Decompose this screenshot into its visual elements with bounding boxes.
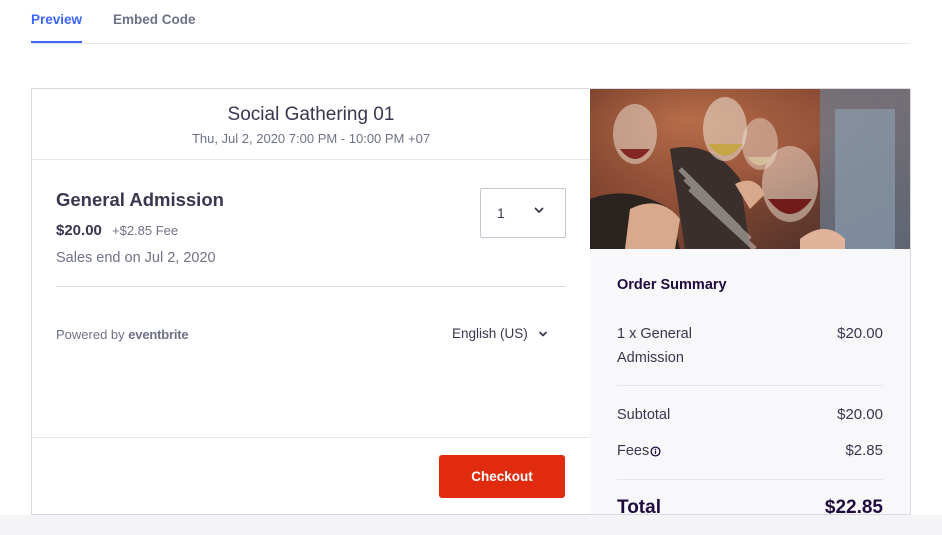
eventbrite-logo[interactable]: eventbrite [128,327,188,342]
order-summary-panel: Order Summary 1 x General Admission $20.… [590,89,910,515]
order-summary-title: Order Summary [617,277,727,293]
summary-line-label: 1 x General Admission [617,326,692,366]
language-label: English (US) [452,326,528,341]
quantity-select[interactable]: 1 [480,188,566,238]
checkout-button[interactable]: Checkout [439,455,565,498]
info-icon[interactable] [650,446,661,457]
language-select[interactable]: English (US) [452,326,548,341]
event-header: Social Gathering 01 Thu, Jul 2, 2020 7:0… [32,89,590,160]
ticket-sales-end: Sales end on Jul 2, 2020 [56,250,216,266]
event-image [590,89,910,249]
powered-by: Powered by eventbrite [56,327,189,342]
event-title: Social Gathering 01 [227,104,395,125]
ticket-name: General Admission [56,189,224,210]
event-datetime: Thu, Jul 2, 2020 7:00 PM - 10:00 PM +07 [191,131,431,146]
quantity-value: 1 [497,205,505,221]
divider [617,385,883,386]
divider [617,479,883,480]
fees-amount: $2.85 [845,442,883,459]
event-photo-wine-glasses [590,89,910,249]
tab-embed-code[interactable]: Embed Code [113,12,196,27]
subtotal-label: Subtotal [617,407,671,423]
ticket-fee: +$2.85 Fee [112,223,179,238]
subtotal-amount: $20.00 [837,406,883,423]
total-label: Total [617,497,661,515]
ticket-panel: Social Gathering 01 Thu, Jul 2, 2020 7:0… [32,89,590,514]
page-bottom-strip [0,515,942,535]
tab-preview[interactable]: Preview [31,12,83,43]
checkout-widget: Social Gathering 01 Thu, Jul 2, 2020 7:0… [31,88,911,515]
powered-by-prefix: Powered by [56,327,125,342]
ticket-price: $20.00 [56,222,102,239]
fees-row-label: Fees [617,439,661,463]
tab-bar: Preview Embed Code [31,0,911,44]
chevron-down-icon [538,332,547,337]
chevron-down-icon [534,207,544,213]
widget-footer: Checkout [32,437,590,514]
fees-label: Fees [617,443,650,459]
summary-line-amount: $20.00 [837,325,883,342]
total-amount: $22.85 [824,497,883,515]
